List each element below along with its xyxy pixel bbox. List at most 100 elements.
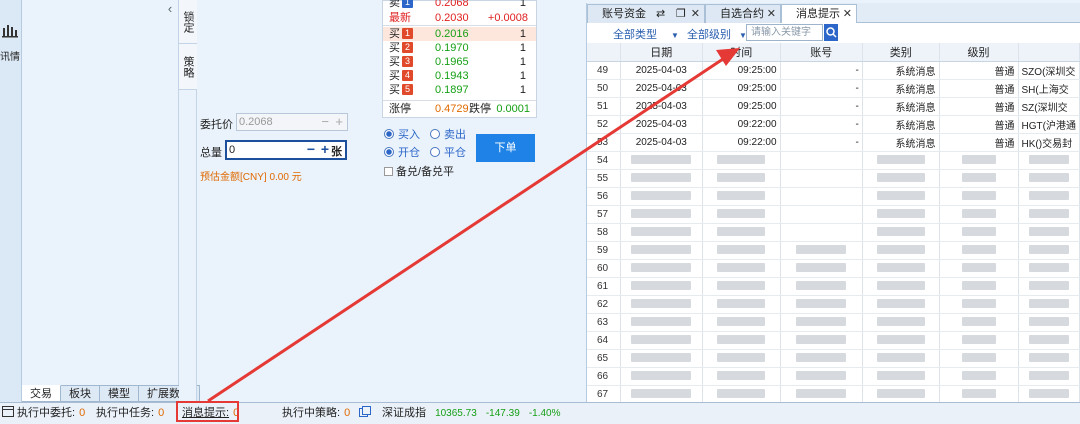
table-row[interactable]: 52 2025-04-03 09:22:00- 系统消息 普通 HGT(沪港通 — [587, 115, 1080, 134]
status-bar: 执行中委托: 0 执行中任务: 0 消息提示: 0 执行中策略: 0 深证成指 1036… — [0, 402, 1080, 424]
redacted-block — [717, 371, 766, 381]
qty-plus-button[interactable]: + — [321, 141, 329, 157]
cell-blurred — [1018, 223, 1080, 242]
left-strip-label[interactable]: 讯情 — [0, 48, 20, 63]
cell-date: 2025-04-03 — [620, 79, 703, 98]
table-row[interactable]: 57 — [587, 205, 1080, 224]
table-row[interactable]: 64 — [587, 331, 1080, 350]
col-date[interactable]: 日期 — [620, 43, 703, 62]
tab-watchlist[interactable]: 自选合约 ✕ — [705, 4, 781, 23]
cell-seq: 59 — [587, 241, 621, 260]
table-row[interactable]: 51 2025-04-03 09:25:00- 系统消息 普通 SZ(深圳交 — [587, 97, 1080, 116]
col-level[interactable]: 级别 — [939, 43, 1019, 62]
table-row[interactable]: 56 — [587, 187, 1080, 206]
redacted-block — [961, 209, 996, 219]
table-row[interactable]: 62 — [587, 295, 1080, 314]
tab-messages[interactable]: 消息提示 ✕ — [781, 4, 857, 24]
price-minus-button[interactable]: − — [321, 114, 329, 129]
status-exec-strategy[interactable]: 执行中策略: 0 — [282, 403, 372, 423]
popout-icon[interactable]: ❐ — [676, 5, 686, 23]
col-account[interactable]: 账号 — [780, 43, 863, 62]
refresh-icon[interactable]: ⇄ — [656, 5, 665, 23]
cell-cat: 系统消息 — [862, 115, 940, 134]
cell-blurred — [1018, 259, 1080, 278]
cell-blurred — [620, 331, 703, 350]
table-row[interactable]: 55 — [587, 169, 1080, 188]
tab-trade[interactable]: 交易 — [22, 385, 61, 402]
book-row-buy-2[interactable]: 买2 0.1970 1 — [383, 41, 536, 55]
cell-blurred — [702, 169, 781, 188]
cell-blurred — [862, 385, 940, 404]
filter-level-dropdown[interactable]: 全部级别 ▼ — [687, 26, 747, 42]
table-row[interactable]: 65 — [587, 349, 1080, 368]
search-input[interactable]: 请输入关键字 — [746, 24, 823, 41]
table-row[interactable]: 63 — [587, 313, 1080, 332]
table-row[interactable]: 60 — [587, 259, 1080, 278]
redacted-block — [631, 191, 692, 201]
book-row-buy-5[interactable]: 买5 0.1897 1 — [383, 83, 536, 97]
table-row[interactable]: 61 — [587, 277, 1080, 296]
vtab-strategy[interactable]: 策略 — [179, 44, 197, 90]
col-content[interactable] — [1018, 43, 1080, 62]
cell-seq: 56 — [587, 187, 621, 206]
cell-blurred — [702, 313, 781, 332]
status-index[interactable]: 深证成指 10365.73 -147.39 -1.40% — [382, 403, 561, 424]
book-row-sell-1[interactable]: 卖1 0.2068 1 — [383, 0, 536, 10]
cell-blurred — [1018, 205, 1080, 224]
book-row-buy-3[interactable]: 买3 0.1965 1 — [383, 55, 536, 69]
calendar-icon — [2, 406, 14, 417]
cell-seq: 58 — [587, 223, 621, 242]
redacted-block — [1028, 371, 1069, 381]
qty-input[interactable]: 0 − + 张 — [225, 140, 347, 160]
radio-buy[interactable]: 买入 — [384, 126, 420, 142]
table-row[interactable]: 66 — [587, 367, 1080, 386]
close-icon[interactable]: ✕ — [691, 5, 700, 23]
cell-account: - — [780, 61, 863, 80]
filter-type-dropdown[interactable]: 全部类型 ▼ — [613, 26, 679, 42]
table-row[interactable]: 53 2025-04-03 09:22:00- 系统消息 普通 HK()交易封 — [587, 133, 1080, 152]
cell-blurred — [620, 313, 703, 332]
book-row-buy-4[interactable]: 买4 0.1943 1 — [383, 69, 536, 83]
collapse-chevron-icon[interactable]: ‹ — [161, 0, 179, 20]
redacted-block — [796, 353, 847, 363]
price-input[interactable]: 0.2068 − + — [236, 113, 348, 131]
submit-order-button[interactable]: 下单 — [476, 134, 535, 162]
radio-sell[interactable]: 卖出 — [430, 126, 466, 142]
book-row-buy-1[interactable]: 买1 0.2016 1 — [383, 27, 536, 41]
table-row[interactable]: 54 — [587, 151, 1080, 170]
close-icon[interactable]: ✕ — [767, 5, 776, 23]
redacted-block — [876, 191, 925, 201]
redacted-block — [717, 173, 766, 183]
status-exec-orders[interactable]: 执行中委托: 0 — [2, 403, 85, 423]
close-icon[interactable]: ✕ — [843, 5, 852, 23]
redacted-block — [961, 371, 996, 381]
covered-checkbox[interactable]: 备兑/备兑平 — [384, 163, 454, 179]
status-exec-tasks[interactable]: 执行中任务: 0 — [96, 403, 164, 423]
search-button[interactable] — [824, 24, 838, 41]
table-row[interactable]: 58 — [587, 223, 1080, 242]
tab-model[interactable]: 模型 — [100, 385, 139, 402]
cell-blurred — [862, 205, 940, 224]
radio-close[interactable]: 平仓 — [430, 144, 466, 160]
cell-blurred — [780, 331, 863, 350]
window-icon[interactable] — [359, 406, 372, 417]
tab-account-funds[interactable]: 账号资金 ⇄ ❐ ✕ — [587, 4, 705, 23]
redacted-block — [876, 299, 925, 309]
qty-minus-button[interactable]: − — [307, 141, 315, 157]
table-row[interactable]: 50 2025-04-03 09:25:00- 系统消息 普通 SH(上海交 — [587, 79, 1080, 98]
table-row[interactable]: 49 2025-04-03 09:25:00- 系统消息 普通 SZO(深圳交 — [587, 61, 1080, 80]
redacted-block — [631, 155, 692, 165]
bar-chart-icon[interactable] — [1, 22, 19, 38]
table-row[interactable]: 67 — [587, 385, 1080, 404]
redacted-block — [631, 335, 692, 345]
radio-open[interactable]: 开仓 — [384, 144, 420, 160]
tab-sector[interactable]: 板块 — [61, 385, 100, 402]
vtab-lock[interactable]: 锁定 — [179, 0, 197, 44]
col-category[interactable]: 类别 — [862, 43, 940, 62]
price-plus-button[interactable]: + — [335, 114, 343, 129]
col-time[interactable]: 时间 — [702, 43, 781, 62]
cell-level: 普通 — [939, 133, 1019, 152]
table-row[interactable]: 59 — [587, 241, 1080, 260]
cell-blurred — [1018, 169, 1080, 188]
cell-blurred — [702, 295, 781, 314]
